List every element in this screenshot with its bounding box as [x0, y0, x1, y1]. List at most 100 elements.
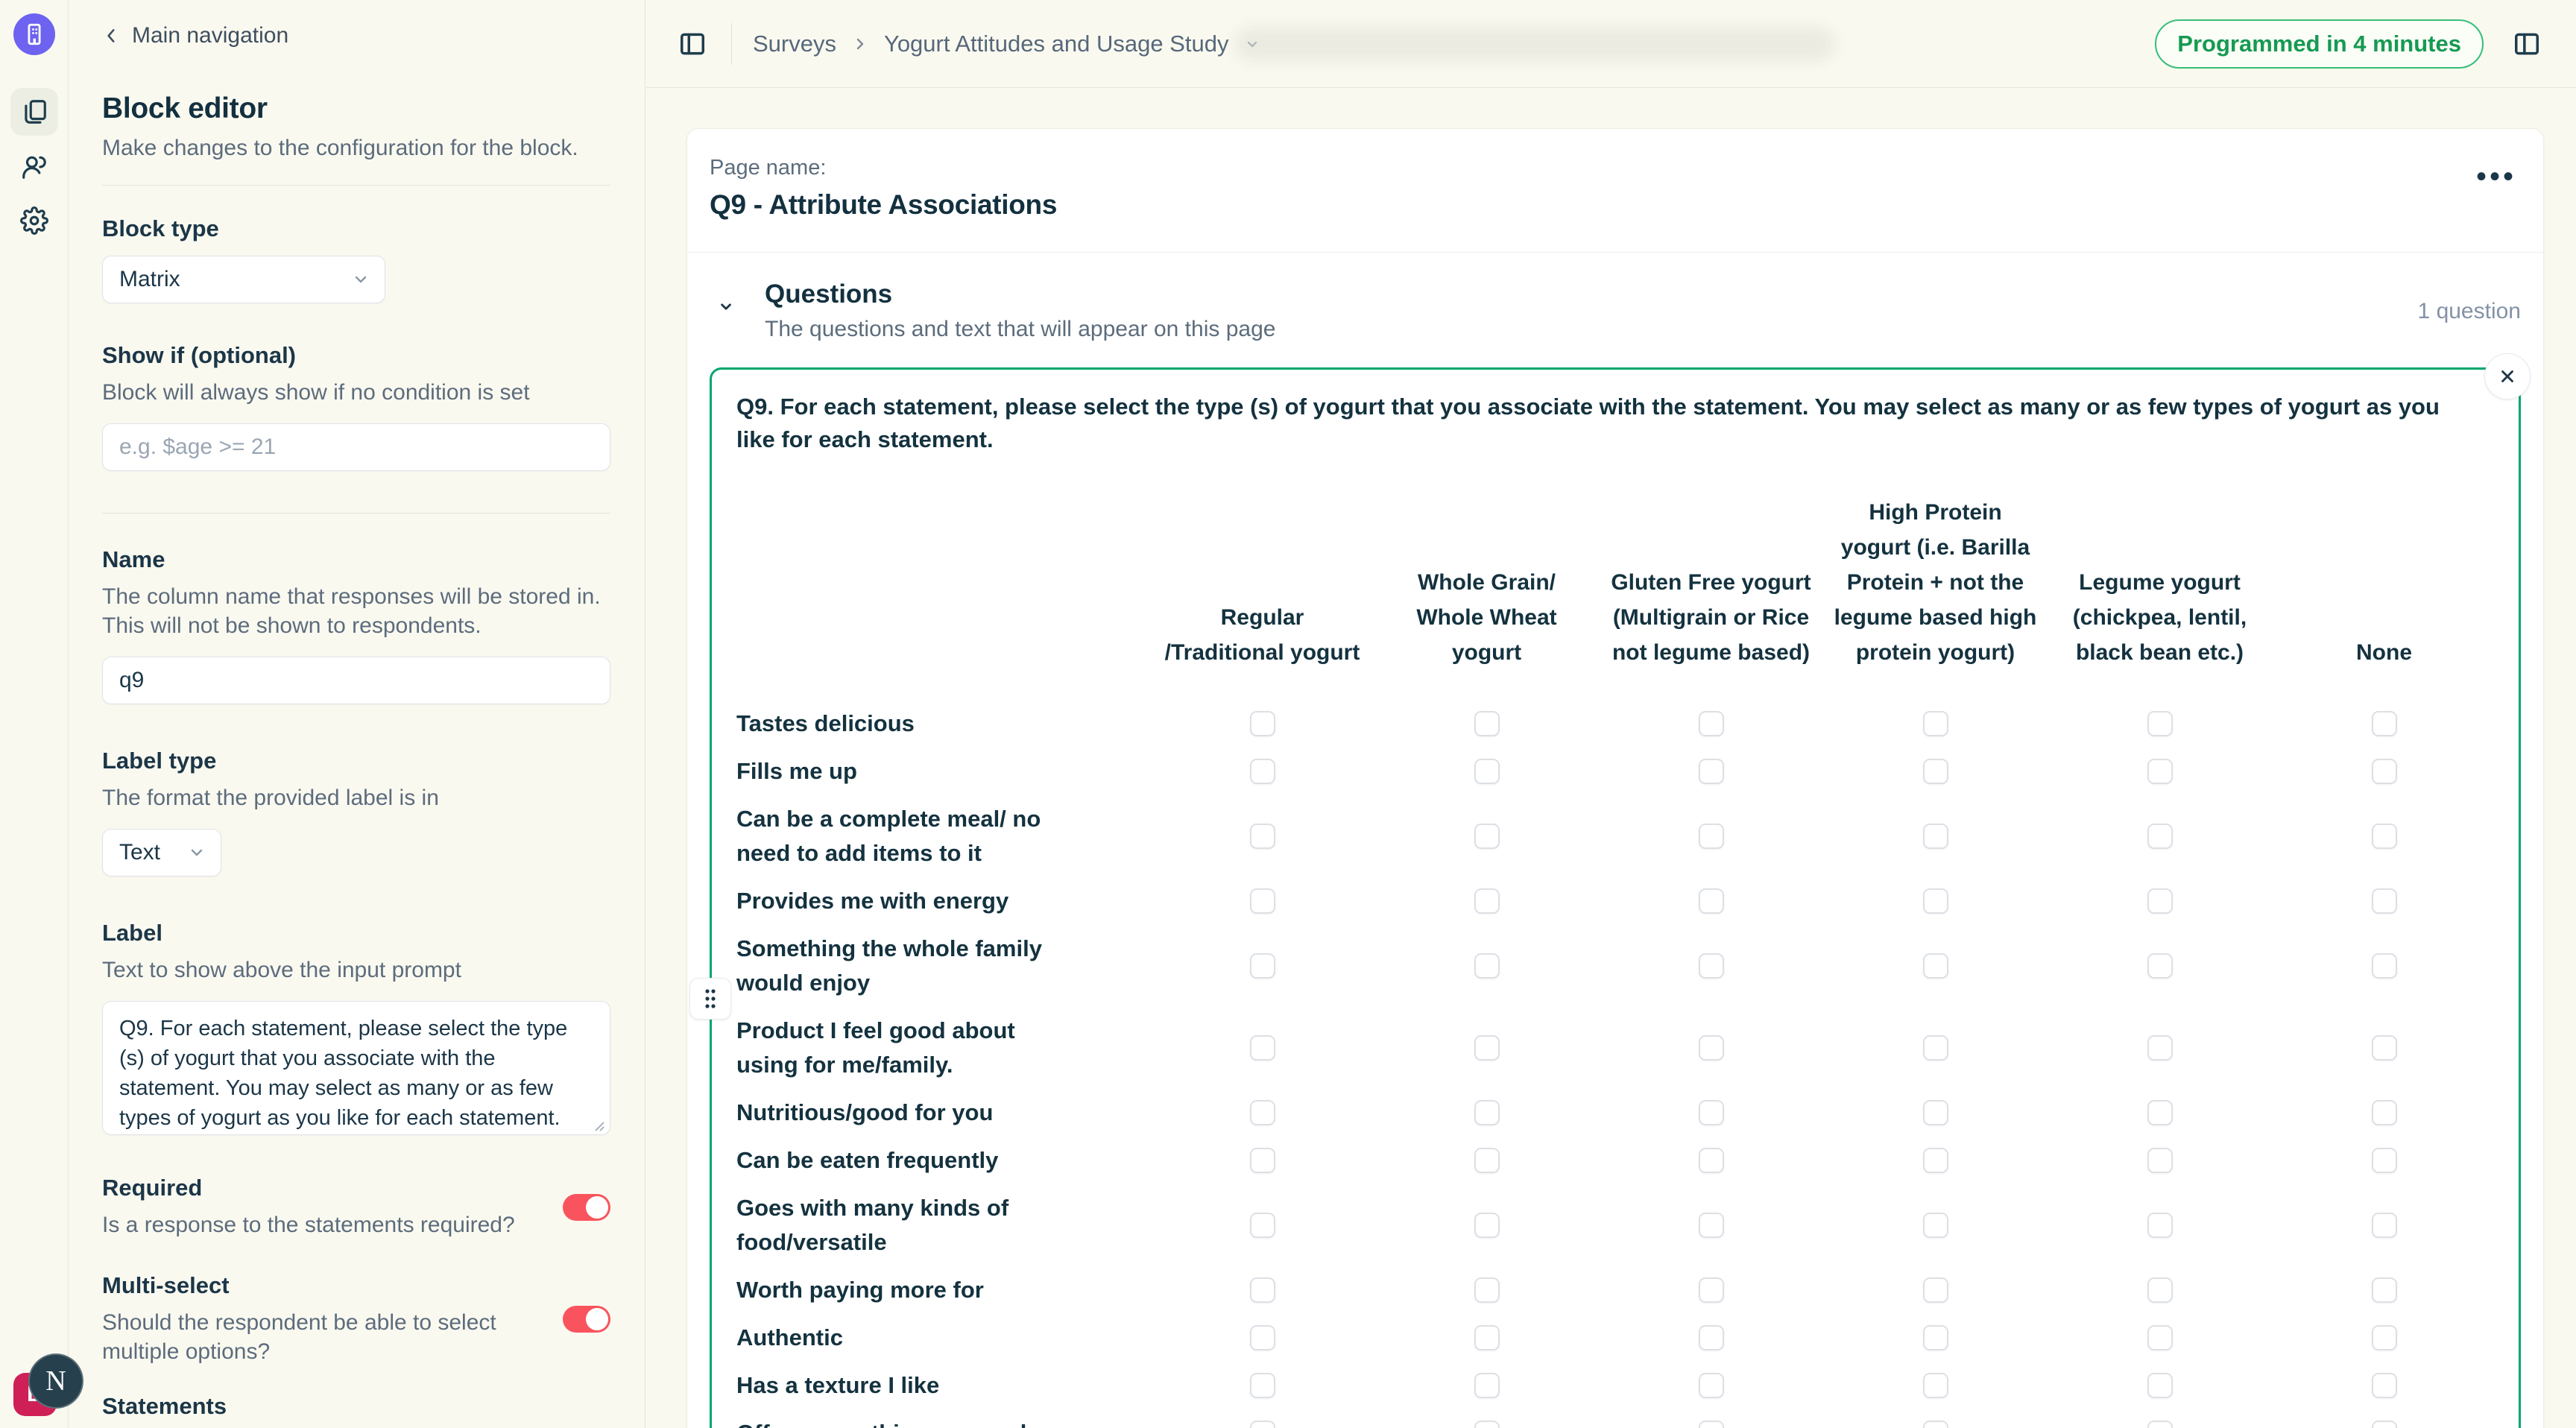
back-to-main-navigation[interactable]: Main navigation — [102, 21, 610, 51]
matrix-checkbox[interactable] — [1923, 1373, 1948, 1398]
nav-audience[interactable] — [10, 143, 58, 191]
matrix-checkbox[interactable] — [1923, 1277, 1948, 1303]
matrix-checkbox[interactable] — [1699, 1213, 1724, 1238]
matrix-checkbox[interactable] — [2372, 824, 2397, 849]
matrix-checkbox[interactable] — [1699, 759, 1724, 784]
matrix-checkbox[interactable] — [2372, 1148, 2397, 1173]
nav-surveys[interactable] — [10, 88, 58, 136]
matrix-checkbox[interactable] — [1699, 888, 1724, 914]
matrix-checkbox[interactable] — [1250, 1373, 1275, 1398]
nav-settings[interactable] — [10, 197, 58, 244]
collapse-sidebar-button[interactable] — [675, 26, 710, 62]
matrix-checkbox[interactable] — [1250, 888, 1275, 914]
label-textarea[interactable]: Q9. For each statement, please select th… — [102, 1001, 610, 1135]
matrix-checkbox[interactable] — [2372, 711, 2397, 736]
matrix-checkbox[interactable] — [1250, 711, 1275, 736]
matrix-checkbox[interactable] — [1474, 759, 1500, 784]
resize-handle-icon[interactable] — [593, 1119, 604, 1131]
question-block[interactable]: Q9. For each statement, please select th… — [710, 367, 2521, 1428]
multi-select-toggle[interactable] — [563, 1306, 610, 1333]
matrix-checkbox[interactable] — [1699, 953, 1724, 979]
matrix-checkbox[interactable] — [1474, 1325, 1500, 1350]
matrix-checkbox[interactable] — [1923, 824, 1948, 849]
toggle-right-panel-button[interactable] — [2509, 26, 2545, 62]
matrix-checkbox[interactable] — [2372, 1325, 2397, 1350]
matrix-checkbox[interactable] — [1923, 888, 1948, 914]
matrix-checkbox[interactable] — [1923, 711, 1948, 736]
matrix-checkbox[interactable] — [1474, 1100, 1500, 1125]
matrix-checkbox[interactable] — [2372, 1035, 2397, 1061]
matrix-checkbox[interactable] — [2147, 1325, 2173, 1350]
matrix-checkbox[interactable] — [2372, 953, 2397, 979]
matrix-checkbox[interactable] — [1250, 1277, 1275, 1303]
drag-handle[interactable] — [689, 978, 731, 1020]
matrix-checkbox[interactable] — [1474, 1148, 1500, 1173]
block-type-select[interactable]: Matrix — [102, 256, 385, 303]
matrix-checkbox[interactable] — [2147, 1213, 2173, 1238]
matrix-checkbox[interactable] — [1250, 953, 1275, 979]
matrix-checkbox[interactable] — [2372, 1373, 2397, 1398]
breadcrumb-surveys[interactable]: Surveys — [753, 31, 836, 57]
avatar-n[interactable]: N — [28, 1353, 83, 1409]
matrix-checkbox[interactable] — [2147, 1421, 2173, 1428]
matrix-checkbox[interactable] — [1474, 1373, 1500, 1398]
matrix-checkbox[interactable] — [1474, 953, 1500, 979]
matrix-checkbox[interactable] — [2147, 1373, 2173, 1398]
matrix-checkbox[interactable] — [1923, 1148, 1948, 1173]
required-toggle[interactable] — [563, 1194, 610, 1221]
matrix-checkbox[interactable] — [1699, 1277, 1724, 1303]
matrix-checkbox[interactable] — [1699, 711, 1724, 736]
matrix-checkbox[interactable] — [2372, 1421, 2397, 1428]
page-menu-button[interactable]: ••• — [2472, 156, 2521, 198]
matrix-checkbox[interactable] — [1474, 1277, 1500, 1303]
matrix-checkbox[interactable] — [2372, 1277, 2397, 1303]
matrix-checkbox[interactable] — [1699, 1035, 1724, 1061]
name-input[interactable] — [102, 657, 610, 704]
matrix-checkbox[interactable] — [1250, 1325, 1275, 1350]
matrix-checkbox[interactable] — [2147, 1100, 2173, 1125]
matrix-checkbox[interactable] — [1474, 888, 1500, 914]
show-if-input[interactable] — [102, 423, 610, 471]
matrix-checkbox[interactable] — [1923, 1213, 1948, 1238]
matrix-checkbox[interactable] — [1250, 1213, 1275, 1238]
matrix-checkbox[interactable] — [1923, 1035, 1948, 1061]
matrix-checkbox[interactable] — [1250, 759, 1275, 784]
matrix-checkbox[interactable] — [1923, 1325, 1948, 1350]
matrix-checkbox[interactable] — [1250, 1035, 1275, 1061]
matrix-checkbox[interactable] — [1923, 759, 1948, 784]
matrix-checkbox[interactable] — [1923, 1421, 1948, 1428]
matrix-checkbox[interactable] — [1699, 1100, 1724, 1125]
matrix-checkbox[interactable] — [1474, 1035, 1500, 1061]
matrix-checkbox[interactable] — [1699, 1325, 1724, 1350]
matrix-checkbox[interactable] — [1699, 1421, 1724, 1428]
matrix-checkbox[interactable] — [2372, 888, 2397, 914]
remove-question-button[interactable] — [2484, 353, 2531, 399]
matrix-checkbox[interactable] — [2372, 1213, 2397, 1238]
matrix-checkbox[interactable] — [1474, 711, 1500, 736]
matrix-checkbox[interactable] — [1474, 1213, 1500, 1238]
matrix-checkbox[interactable] — [1923, 1100, 1948, 1125]
matrix-checkbox[interactable] — [1250, 824, 1275, 849]
collapse-questions-button[interactable] — [710, 290, 742, 323]
label-type-select[interactable]: Text — [102, 829, 221, 876]
matrix-checkbox[interactable] — [2372, 759, 2397, 784]
matrix-checkbox[interactable] — [1699, 1148, 1724, 1173]
matrix-checkbox[interactable] — [2147, 953, 2173, 979]
matrix-checkbox[interactable] — [2147, 888, 2173, 914]
matrix-checkbox[interactable] — [1474, 1421, 1500, 1428]
app-logo[interactable] — [13, 13, 55, 55]
matrix-checkbox[interactable] — [2147, 1035, 2173, 1061]
matrix-checkbox[interactable] — [2147, 759, 2173, 784]
matrix-checkbox[interactable] — [2147, 824, 2173, 849]
matrix-checkbox[interactable] — [1923, 953, 1948, 979]
matrix-checkbox[interactable] — [2372, 1100, 2397, 1125]
matrix-checkbox[interactable] — [1474, 824, 1500, 849]
matrix-checkbox[interactable] — [2147, 711, 2173, 736]
matrix-checkbox[interactable] — [1250, 1100, 1275, 1125]
matrix-checkbox[interactable] — [2147, 1277, 2173, 1303]
matrix-checkbox[interactable] — [1699, 1373, 1724, 1398]
breadcrumb-study[interactable]: Yogurt Attitudes and Usage Study — [884, 31, 1228, 57]
matrix-checkbox[interactable] — [2147, 1148, 2173, 1173]
matrix-checkbox[interactable] — [1250, 1421, 1275, 1428]
matrix-checkbox[interactable] — [1699, 824, 1724, 849]
